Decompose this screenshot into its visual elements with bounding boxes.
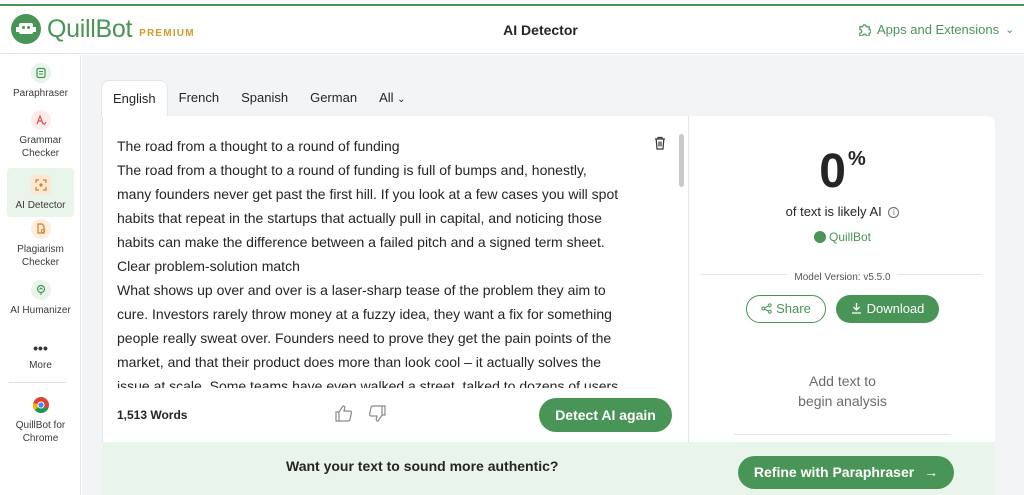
editor-line: many founders never get past the first h…: [117, 186, 619, 202]
empty-state-line: begin analysis: [798, 393, 887, 409]
apps-and-extensions-menu[interactable]: Apps and Extensions ⌄: [858, 22, 1024, 37]
sidebar-item-label: Plagiarism Checker: [17, 244, 64, 268]
refine-with-paraphraser-button[interactable]: Refine with Paraphraser →: [738, 456, 954, 489]
tab-french[interactable]: French: [168, 80, 230, 116]
grammar-icon: [30, 110, 51, 130]
sidebar-item-quillbot-for-chrome[interactable]: QuillBot for Chrome: [7, 395, 74, 445]
editor-scrollbar[interactable]: [679, 134, 684, 187]
editor-line: market, and that their product does more…: [117, 354, 602, 370]
divider: [734, 434, 951, 435]
share-icon: [761, 303, 772, 314]
sidebar-item-label: Grammar Checker: [19, 135, 62, 159]
chevron-down-icon: ⌄: [1005, 24, 1015, 36]
empty-state-message: Add text to begin analysis: [689, 371, 996, 411]
editor-line: issue at scale. Some teams have even wal…: [117, 378, 623, 388]
apps-label: Apps and Extensions: [877, 22, 1000, 37]
sidebar-item-label: QuillBot for Chrome: [15, 420, 66, 444]
download-icon: [851, 303, 861, 314]
info-icon[interactable]: i: [888, 207, 900, 218]
chevron-down-icon: ⌄: [397, 94, 406, 105]
share-button[interactable]: Share: [746, 295, 826, 323]
sidebar-item-label: More: [29, 360, 52, 371]
likely-ai-text: of text is likely AI: [785, 204, 882, 219]
ai-percentage: 0%: [689, 144, 996, 199]
header: QuillBot PREMIUM AI Detector Apps and Ex…: [0, 8, 1024, 54]
quillbot-logo-icon: [813, 231, 826, 243]
editor-line: cure. Investors rarely throw money at a …: [117, 306, 612, 322]
tab-german[interactable]: German: [299, 80, 368, 116]
sidebar-item-paraphraser[interactable]: Paraphraser: [7, 63, 74, 100]
results-panel: 0% of text is likely AI i QuillBot Model…: [688, 116, 995, 442]
tab-spanish[interactable]: Spanish: [230, 80, 299, 116]
editor-text[interactable]: The road from a thought to a round of fu…: [117, 134, 647, 388]
refine-label: Refine with Paraphraser: [753, 464, 915, 480]
chrome-icon: [31, 395, 51, 415]
sidebar-item-ai-humanizer[interactable]: AI Humanizer: [7, 280, 74, 317]
editor-line: people really sweat over. Founders need …: [117, 330, 612, 346]
top-accent-strip: [0, 0, 1024, 6]
paraphraser-icon: [30, 63, 51, 83]
model-version-text: Model Version: v5.5.0: [788, 272, 897, 283]
empty-state-line: Add text to: [809, 373, 876, 389]
sidebar-item-more[interactable]: ••• More: [7, 341, 74, 372]
percent-sign: %: [847, 148, 866, 170]
model-version: Model Version: v5.5.0: [689, 267, 996, 285]
sidebar-divider: [9, 382, 66, 383]
sidebar: Paraphraser Grammar Checker AI Detector …: [0, 55, 81, 495]
share-label: Share: [776, 301, 811, 316]
editor-line: The road from a thought to a round of fu…: [117, 162, 587, 178]
sidebar-item-label: AI Detector: [15, 200, 66, 211]
plagiarism-icon: [30, 219, 51, 239]
sidebar-item-label: Paraphraser: [12, 88, 69, 99]
download-label: Download: [866, 301, 925, 316]
sidebar-item-plagiarism-checker[interactable]: Plagiarism Checker: [7, 219, 74, 269]
humanizer-icon: [30, 280, 51, 300]
input-editor[interactable]: The road from a thought to a round of fu…: [102, 116, 688, 442]
trash-icon[interactable]: [654, 136, 666, 150]
likely-ai-label: of text is likely AI i: [689, 204, 996, 219]
promo-bar: Want your text to sound more authentic? …: [102, 442, 995, 495]
word-count: 1,513 Words: [117, 408, 188, 422]
editor-line: What shows up over and over is a laser-s…: [117, 282, 606, 298]
tab-all-label: All: [379, 90, 394, 105]
promo-text: Want your text to sound more authentic?: [286, 458, 559, 474]
editor-line: habits can make the difference between a…: [117, 234, 605, 250]
detect-ai-button[interactable]: Detect AI again: [539, 398, 672, 432]
language-tabs: English French Spanish German All ⌄: [101, 80, 417, 116]
thumbs-down-icon[interactable]: [368, 405, 386, 422]
editor-line: The road from a thought to a round of fu…: [117, 138, 400, 154]
sidebar-item-grammar-checker[interactable]: Grammar Checker: [7, 110, 74, 160]
arrow-right-icon: →: [924, 464, 939, 480]
sidebar-item-ai-detector[interactable]: AI Detector: [7, 168, 74, 217]
quillbot-brand-mark: QuillBot: [689, 230, 996, 244]
thumbs-up-icon[interactable]: [335, 405, 353, 422]
editor-line: Clear problem-solution match: [117, 258, 300, 274]
editor-line: habits that repeat in the startups that …: [117, 210, 602, 226]
percent-value: 0: [819, 145, 846, 198]
ai-detector-icon: [30, 175, 51, 195]
tab-english[interactable]: English: [101, 80, 168, 116]
puzzle-icon: [859, 24, 871, 36]
more-icon: •••: [33, 339, 48, 356]
sidebar-item-label: AI Humanizer: [10, 305, 71, 316]
download-button[interactable]: Download: [836, 295, 939, 323]
brand-text: QuillBot: [828, 230, 872, 244]
tab-all-languages[interactable]: All ⌄: [368, 80, 416, 116]
